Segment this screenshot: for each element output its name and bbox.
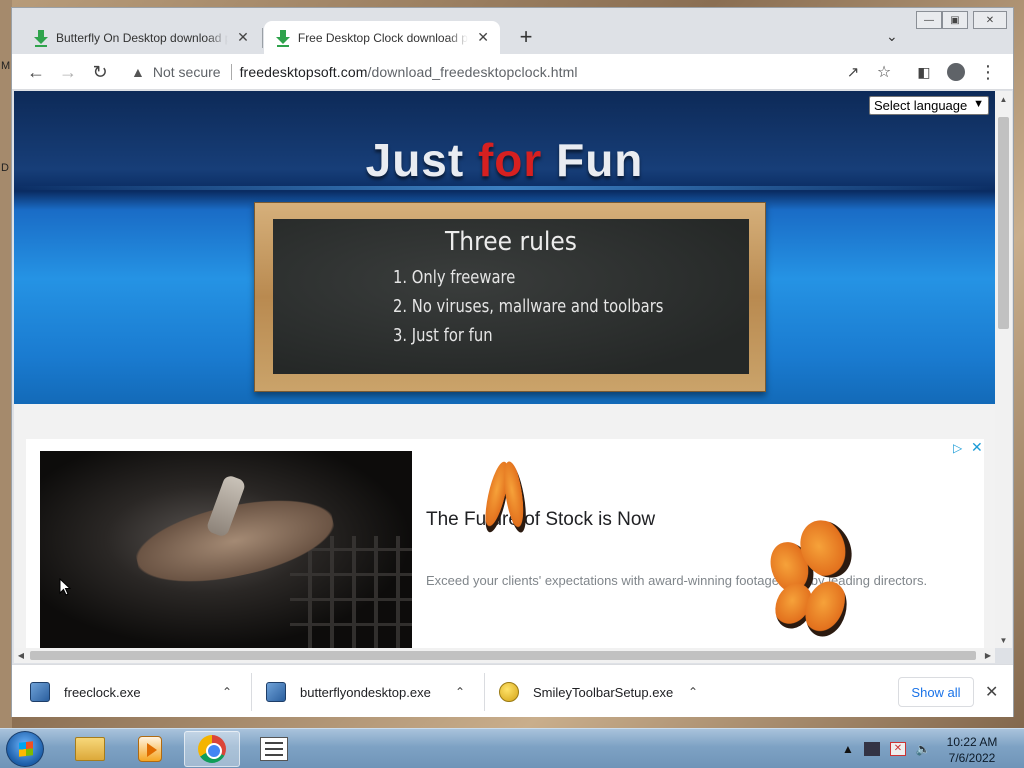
hero-title-for: for (477, 134, 543, 186)
hero-title: Just for Fun (14, 133, 995, 187)
list-app-icon (260, 737, 288, 761)
system-tray: ▲ ✕ 🔈 (842, 729, 931, 768)
rules-title: Three rules (444, 227, 577, 257)
butterfly-icon (762, 511, 862, 642)
action-center-icon[interactable]: ✕ (889, 742, 906, 756)
chrome-icon (198, 735, 226, 763)
windows-logo-icon (19, 741, 33, 757)
download-filename: butterflyondesktop.exe (300, 684, 431, 700)
rule-item: 2. No viruses, mallware and toolbars (393, 296, 664, 317)
folder-icon (75, 737, 105, 761)
url-path: /download_freedesktopclock.html (367, 64, 578, 80)
shelf-divider (251, 673, 252, 711)
close-tab-icon[interactable]: ✕ (236, 29, 250, 46)
chevron-up-icon[interactable]: ⌃ (222, 685, 232, 699)
scrollbar-thumb[interactable] (30, 651, 976, 660)
warning-icon[interactable]: ▲ (131, 64, 145, 80)
scroll-right-arrow[interactable]: ▶ (981, 648, 995, 663)
clock-time: 10:22 AM (946, 735, 998, 749)
tab-divider (262, 28, 263, 48)
url-text[interactable]: freedesktopsoft.com/download_freedesktop… (240, 64, 578, 80)
rule-item: 1. Only freeware (393, 267, 516, 288)
smiley-icon (499, 682, 519, 702)
scroll-down-arrow[interactable]: ▼ (995, 632, 1012, 648)
close-tab-icon[interactable]: ✕ (476, 29, 490, 46)
page-viewport: Just for Fun Three rules 1. Only freewar… (14, 91, 995, 648)
exe-file-icon (266, 682, 286, 702)
desktop-icon-label: M (1, 60, 11, 72)
chalkboard-frame: Three rules 1. Only freeware 2. No virus… (254, 202, 766, 392)
language-select[interactable]: Select language ▼ (869, 96, 989, 115)
url-host: freedesktopsoft.com (239, 64, 368, 80)
new-tab-button[interactable]: + (514, 24, 538, 50)
desktop-icon-label: D (1, 162, 9, 174)
network-icon[interactable] (863, 742, 880, 756)
side-panel-icon[interactable]: ◧ (912, 60, 936, 84)
taskbar-chrome[interactable] (184, 731, 240, 767)
close-shelf-icon[interactable]: ✕ (985, 682, 998, 702)
chevron-up-icon[interactable]: ⌃ (455, 685, 465, 699)
scrollbar-thumb[interactable] (998, 117, 1009, 329)
language-select-value: Select language (874, 98, 968, 113)
omnibox-divider (230, 64, 232, 80)
show-hidden-icons-icon[interactable]: ▲ (842, 742, 854, 756)
forward-button[interactable]: → (56, 60, 80, 84)
download-shelf: freeclock.exe ⌃ butterflyondesktop.exe ⌃… (12, 664, 1013, 717)
vertical-scrollbar[interactable]: ▲ ▼ (995, 91, 1012, 648)
volume-icon[interactable]: 🔈 (916, 742, 931, 756)
hero-banner: Just for Fun Three rules 1. Only freewar… (14, 91, 995, 404)
show-all-button[interactable]: Show all (898, 677, 974, 707)
scroll-left-arrow[interactable]: ◀ (14, 648, 28, 663)
ad-headline[interactable]: The Future of Stock is Now (426, 509, 655, 531)
shelf-divider (484, 673, 485, 711)
butterfly-icon (480, 459, 531, 541)
share-icon[interactable]: ↗ (841, 60, 865, 84)
exe-file-icon (30, 682, 50, 702)
start-button[interactable] (6, 731, 44, 767)
clock[interactable]: 10:22 AM 7/6/2022 (940, 734, 1004, 766)
tab-butterfly[interactable]: Butterfly On Desktop download page ✕ (22, 21, 262, 54)
hero-title-fun: Fun (542, 134, 644, 186)
address-bar[interactable]: ▲ Not secure freedesktopsoft.com/downloa… (125, 58, 957, 86)
taskbar: ▲ ✕ 🔈 10:22 AM 7/6/2022 (0, 728, 1024, 768)
download-icon (34, 29, 48, 47)
taskbar-app[interactable] (246, 731, 302, 767)
tab-free-desktop-clock[interactable]: Free Desktop Clock download page ✕ (264, 21, 500, 54)
scroll-up-arrow[interactable]: ▲ (995, 91, 1012, 107)
rules-list: 1. Only freeware 2. No viruses, mallware… (393, 263, 723, 350)
tab-strip: Butterfly On Desktop download page ✕ Fre… (12, 8, 1013, 54)
download-item[interactable]: SmileyToolbarSetup.exe (499, 673, 673, 711)
media-player-icon (138, 736, 162, 762)
profile-avatar-icon[interactable] (944, 60, 968, 84)
security-label[interactable]: Not secure (153, 64, 221, 80)
reload-button[interactable]: ↻ (88, 60, 112, 84)
menu-kebab-icon[interactable]: ⋮ (976, 60, 1000, 84)
browser-toolbar: ← → ↻ ▲ Not secure freedesktopsoft.com/d… (12, 54, 1013, 90)
rule-item: 3. Just for fun (393, 325, 493, 346)
adchoices-icon[interactable]: ▷ (953, 441, 962, 455)
download-filename: SmileyToolbarSetup.exe (533, 684, 674, 700)
download-filename: freeclock.exe (64, 684, 141, 700)
download-item[interactable]: butterflyondesktop.exe (266, 673, 431, 711)
download-item[interactable]: freeclock.exe (30, 673, 141, 711)
chevron-down-icon: ▼ (973, 98, 984, 110)
horizontal-scrollbar[interactable]: ◀ ▶ (14, 648, 995, 663)
ad-image[interactable] (40, 451, 412, 648)
chevron-up-icon[interactable]: ⌃ (688, 685, 698, 699)
ad-close-icon[interactable]: ✕ (971, 439, 983, 456)
tab-search-icon[interactable]: ⌄ (886, 28, 898, 45)
tab-title: Free Desktop Clock download page (297, 30, 468, 45)
advertisement[interactable]: The Future of Stock is Now Exceed your c… (26, 439, 984, 648)
download-icon (276, 29, 290, 47)
taskbar-media-player[interactable] (122, 731, 178, 767)
bookmark-star-icon[interactable]: ☆ (872, 60, 896, 84)
taskbar-explorer[interactable] (62, 731, 118, 767)
clock-date: 7/6/2022 (948, 751, 996, 765)
hero-title-just: Just (365, 134, 478, 186)
browser-window: — ▣ ✕ Butterfly On Desktop download page… (11, 7, 1014, 717)
mouse-cursor-icon (59, 578, 71, 596)
tab-title: Butterfly On Desktop download page (56, 30, 228, 45)
back-button[interactable]: ← (24, 60, 48, 84)
chalkboard: Three rules 1. Only freeware 2. No virus… (273, 219, 749, 374)
